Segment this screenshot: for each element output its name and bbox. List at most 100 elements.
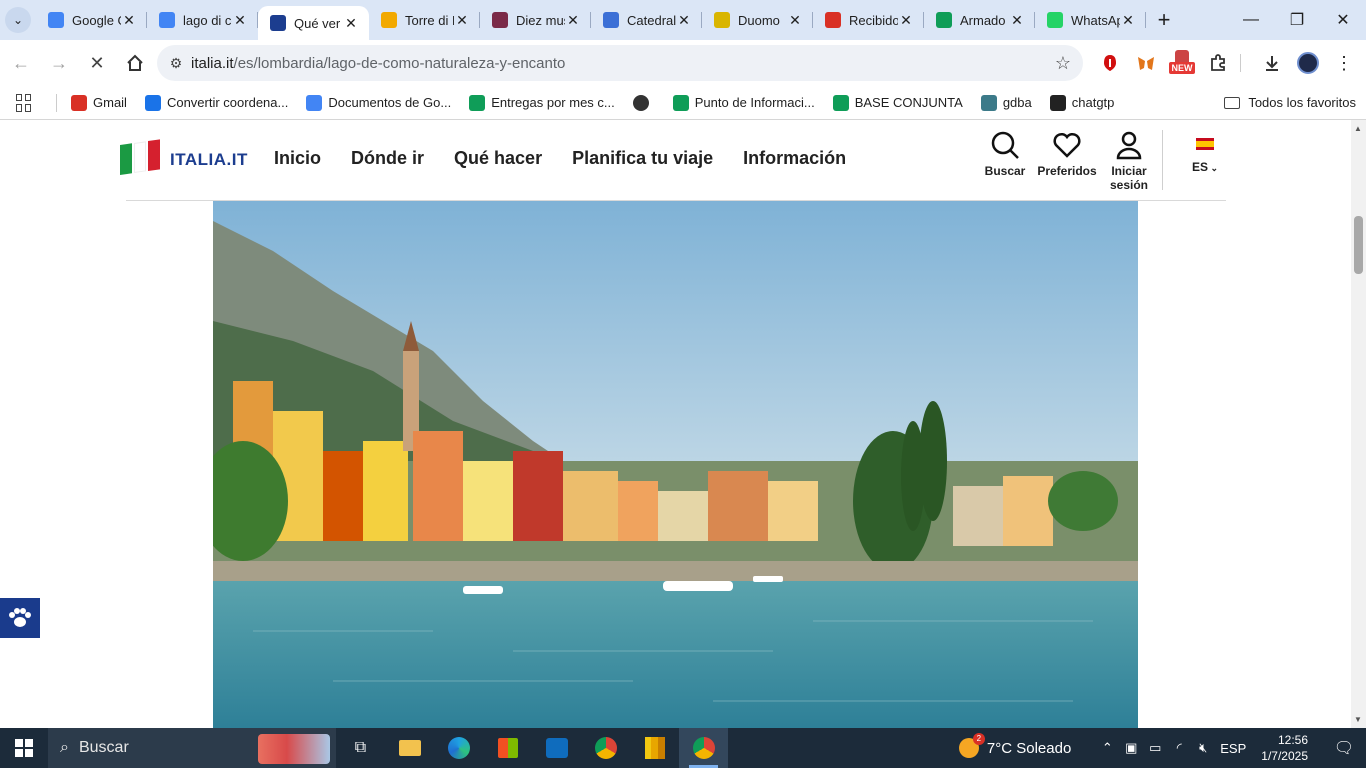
tab-close-icon[interactable]: ✕ bbox=[121, 12, 137, 29]
battery-icon[interactable]: ▭ bbox=[1143, 740, 1167, 756]
scroll-up-arrow-icon[interactable]: ▲ bbox=[1354, 124, 1362, 133]
tab-close-icon[interactable]: ✕ bbox=[787, 12, 803, 29]
wifi-icon[interactable]: ◜ bbox=[1167, 740, 1191, 756]
tab-close-icon[interactable]: ✕ bbox=[1120, 12, 1136, 29]
more-menu-icon[interactable]: ⋮ bbox=[1326, 40, 1362, 86]
chevron-up-icon[interactable]: ⌃ bbox=[1095, 740, 1119, 756]
browser-tab[interactable]: Diez museos✕ bbox=[480, 0, 591, 40]
new-extension-icon[interactable]: NEW bbox=[1164, 40, 1200, 86]
page-scrollbar[interactable]: ▲ ▼ bbox=[1351, 120, 1366, 728]
network-monitor-icon[interactable]: ▣ bbox=[1119, 740, 1143, 756]
clock[interactable]: 12:56 1/7/2025 bbox=[1261, 732, 1308, 764]
apps-grid-icon[interactable] bbox=[16, 93, 34, 112]
stop-loading-button[interactable]: ✕ bbox=[78, 44, 116, 82]
bookmark-item[interactable]: Punto de Informaci... bbox=[672, 94, 815, 111]
site-header: ITALIA.IT Inicio Dónde ir Qué hacer Planifi… bbox=[120, 120, 1226, 201]
all-favorites-folder[interactable]: Todos los favoritos bbox=[1224, 95, 1356, 110]
tab-close-icon[interactable]: ✕ bbox=[565, 12, 581, 29]
browser-tab[interactable]: Google Gemini✕ bbox=[36, 0, 147, 40]
tab-close-icon[interactable]: ✕ bbox=[1009, 12, 1025, 29]
browser-tab[interactable]: Catedral ✕ bbox=[591, 0, 702, 40]
forward-button[interactable]: → bbox=[40, 44, 78, 82]
language-code: ES bbox=[1192, 160, 1209, 174]
bookmark-item[interactable] bbox=[632, 94, 655, 111]
bookmark-item[interactable]: Convertir coordena... bbox=[144, 94, 288, 111]
bookmark-star-icon[interactable]: ☆ bbox=[1043, 53, 1083, 74]
close-window-button[interactable]: ✕ bbox=[1320, 0, 1366, 40]
task-view-button[interactable]: ⧉ bbox=[336, 728, 385, 768]
gemini-sparkle-icon bbox=[48, 12, 64, 28]
italia-logo[interactable]: ITALIA.IT bbox=[120, 139, 248, 178]
search-button[interactable]: Buscar bbox=[974, 130, 1036, 192]
tab-search-button[interactable]: ⌄ bbox=[0, 0, 36, 40]
volume-muted-icon[interactable]: 🔇︎ bbox=[1191, 740, 1215, 756]
download-icon[interactable] bbox=[1254, 40, 1290, 86]
tab-close-icon[interactable]: ✕ bbox=[898, 12, 914, 29]
store-button[interactable] bbox=[483, 728, 532, 768]
back-button[interactable]: ← bbox=[2, 44, 40, 82]
extensions-puzzle-icon[interactable] bbox=[1200, 40, 1236, 86]
home-button[interactable] bbox=[116, 44, 154, 82]
nav-link[interactable]: Planifica tu viaje bbox=[572, 148, 713, 169]
whatsapp-icon bbox=[1047, 12, 1063, 28]
url-text[interactable]: italia.it/es/lombardia/lago-de-como-natu… bbox=[191, 55, 1043, 72]
home-icon bbox=[127, 54, 143, 71]
nav-link[interactable]: Información bbox=[743, 148, 846, 169]
bookmark-label: Documentos de Go... bbox=[328, 95, 452, 110]
favorites-button[interactable]: Preferidos bbox=[1036, 130, 1098, 192]
weather-widget[interactable]: 2 7°C Soleado bbox=[958, 733, 1071, 758]
adblock-extension-icon[interactable] bbox=[1092, 40, 1128, 86]
accessibility-paw-button[interactable] bbox=[0, 598, 40, 638]
file-explorer-button[interactable] bbox=[385, 728, 434, 768]
openai-icon bbox=[1049, 94, 1066, 111]
taskbar-search-box[interactable]: ⌕ Buscar bbox=[48, 728, 336, 768]
url-host: italia.it bbox=[191, 54, 234, 72]
browser-tab[interactable]: Recibidos✕ bbox=[813, 0, 924, 40]
start-button[interactable] bbox=[0, 728, 48, 768]
bookmark-item[interactable]: Documentos de Go... bbox=[306, 94, 452, 111]
bookmark-item[interactable]: Entregas por mes c... bbox=[469, 94, 615, 111]
browser-tab[interactable]: Duomo ✕ bbox=[702, 0, 813, 40]
powerbi-button[interactable] bbox=[630, 728, 679, 768]
scroll-down-arrow-icon[interactable]: ▼ bbox=[1354, 715, 1362, 724]
tab-close-icon[interactable]: ✕ bbox=[343, 15, 359, 32]
address-bar[interactable]: ⚙ italia.it/es/lombardia/lago-de-como-na… bbox=[157, 45, 1083, 81]
bookmark-item[interactable]: BASE CONJUNTA bbox=[832, 94, 963, 111]
tab-close-icon[interactable]: ✕ bbox=[232, 12, 248, 29]
new-tab-button[interactable]: + bbox=[1146, 7, 1182, 33]
tab-close-icon[interactable]: ✕ bbox=[454, 12, 470, 29]
bookmark-item[interactable]: chatgtp bbox=[1049, 94, 1115, 111]
bookmark-item[interactable]: gdba bbox=[980, 94, 1032, 111]
chrome-profile-button[interactable] bbox=[679, 728, 728, 768]
bookmark-label: chatgtp bbox=[1071, 95, 1115, 110]
edge-button[interactable] bbox=[434, 728, 483, 768]
scrollbar-thumb[interactable] bbox=[1354, 216, 1363, 274]
input-language[interactable]: ESP bbox=[1215, 741, 1251, 756]
bookmark-item[interactable]: Gmail bbox=[71, 94, 127, 111]
browser-tab[interactable]: Qué ver en el lago✕ bbox=[258, 6, 369, 40]
tab-close-icon[interactable]: ✕ bbox=[676, 12, 692, 29]
nav-link[interactable]: Qué hacer bbox=[454, 148, 542, 169]
login-button[interactable]: Iniciar sesión bbox=[1098, 130, 1160, 192]
notifications-button[interactable]: 🗨︎ bbox=[1322, 738, 1366, 758]
language-selector[interactable]: ES ⌄ bbox=[1192, 138, 1218, 174]
restore-button[interactable]: ❐ bbox=[1274, 0, 1320, 40]
minimize-button[interactable]: — bbox=[1228, 0, 1274, 40]
browser-tab[interactable]: Torre di Milano✕ bbox=[369, 0, 480, 40]
nav-link[interactable]: Dónde ir bbox=[351, 148, 424, 169]
notification-icon: 🗨︎ bbox=[1333, 740, 1355, 757]
folder-icon bbox=[1224, 96, 1241, 109]
tab-title: WhatsApp bbox=[1071, 12, 1120, 28]
folder-icon bbox=[398, 740, 421, 756]
chrome-button[interactable] bbox=[581, 728, 630, 768]
nav-link[interactable]: Inicio bbox=[274, 148, 321, 169]
profile-avatar[interactable] bbox=[1290, 40, 1326, 86]
metamask-extension-icon[interactable] bbox=[1128, 40, 1164, 86]
site-info-icon[interactable]: ⚙ bbox=[161, 55, 191, 72]
login-label-line2: sesión bbox=[1109, 178, 1148, 192]
browser-tab[interactable]: lago di como✕ bbox=[147, 0, 258, 40]
browser-tab[interactable]: WhatsApp✕ bbox=[1035, 0, 1146, 40]
browser-tab[interactable]: Armado ✕ bbox=[924, 0, 1035, 40]
outlook-button[interactable] bbox=[532, 728, 581, 768]
bookmarks-divider bbox=[56, 93, 57, 112]
